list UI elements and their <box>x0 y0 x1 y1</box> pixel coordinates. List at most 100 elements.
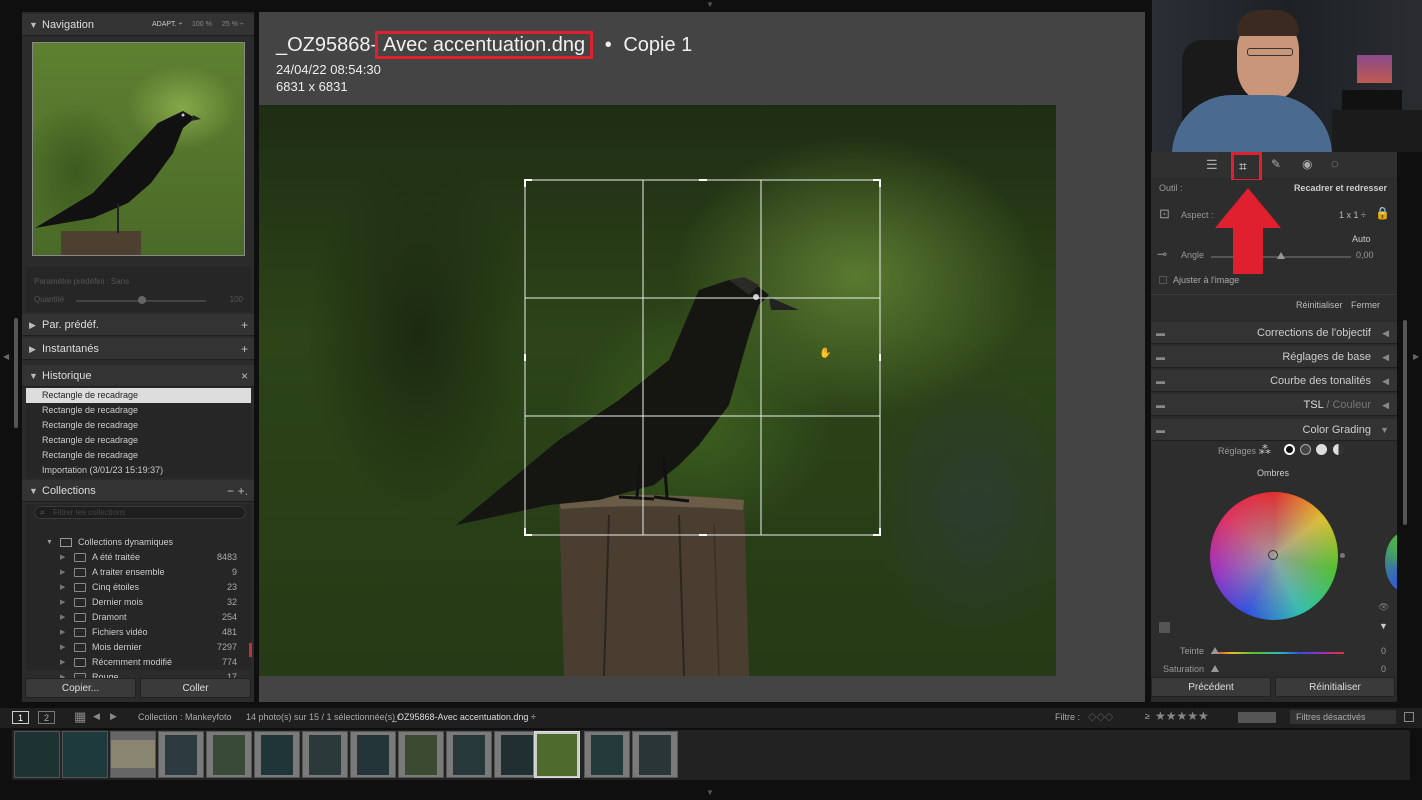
lock-icon[interactable]: 🔒 <box>1375 206 1390 220</box>
level-icon[interactable]: ⊸ <box>1157 247 1167 261</box>
filmstrip-thumb[interactable] <box>254 731 300 778</box>
history-item[interactable]: Importation (3/01/23 15:19:37) <box>26 463 251 478</box>
color-tab[interactable]: Couleur <box>1332 399 1371 411</box>
monitor-2-button[interactable]: 2 <box>38 711 55 724</box>
history-item[interactable]: Rectangle de recadrage <box>26 388 251 403</box>
zoom-25-option[interactable]: 25 % ÷ <box>222 14 244 36</box>
monitor-1-button[interactable]: 1 <box>12 711 29 724</box>
collections-header[interactable]: ▼ Collections − +. <box>22 480 254 502</box>
collection-item[interactable]: ▶ Mois dernier 7297 <box>26 640 251 655</box>
shadows-wheel-icon[interactable] <box>1284 444 1295 455</box>
collection-item[interactable]: ▶ Fichiers vidéo 481 <box>26 625 251 640</box>
eye-icon[interactable]: 👁 <box>1378 602 1389 613</box>
auto-straighten-button[interactable]: Auto <box>1352 234 1371 244</box>
reset-button[interactable]: Réinitialiser <box>1275 677 1395 697</box>
bottom-panel-toggle-icon[interactable]: ▼ <box>706 788 714 797</box>
history-item[interactable]: Rectangle de recadrage <box>26 448 251 463</box>
filmstrip-thumb[interactable] <box>302 731 348 778</box>
top-panel-toggle-icon[interactable]: ▼ <box>706 0 714 9</box>
wheel-handle[interactable] <box>1268 550 1278 560</box>
mask-icon[interactable]: ◌ <box>1331 156 1339 171</box>
filmstrip-thumb[interactable] <box>446 731 492 778</box>
back-arrow-icon[interactable]: ◀ <box>93 711 100 722</box>
left-scrollbar[interactable] <box>14 318 18 428</box>
filmstrip-thumb[interactable] <box>584 731 630 778</box>
filmstrip-thumb[interactable] <box>110 731 156 778</box>
filter-lock-icon[interactable] <box>1404 712 1414 722</box>
collection-group[interactable]: ▼ Collections dynamiques <box>26 535 251 550</box>
aspect-select[interactable]: 1 x 1 ÷ <box>1339 210 1366 220</box>
angle-value[interactable]: 0,00 <box>1356 250 1374 260</box>
forward-arrow-icon[interactable]: ▶ <box>110 711 117 722</box>
heal-icon[interactable]: ✎ <box>1271 157 1281 171</box>
color-label-filter[interactable] <box>1238 712 1276 723</box>
redeye-icon[interactable]: ◉ <box>1302 157 1312 171</box>
sliders-icon[interactable]: ☰ <box>1206 157 1218 173</box>
presets-header[interactable]: ▶ Par. prédéf. + <box>22 314 254 336</box>
filmstrip-thumb-selected[interactable] <box>534 731 580 778</box>
filmstrip-thumb[interactable] <box>632 731 678 778</box>
collections-search-input[interactable]: ⌕ Filtrer les collections <box>34 506 246 519</box>
tint-slider[interactable] <box>1211 652 1344 654</box>
collection-item[interactable]: ▶ Dernier mois 32 <box>26 595 251 610</box>
saturation-value[interactable]: 0 <box>1381 664 1386 672</box>
right-scrollbar[interactable] <box>1403 320 1407 525</box>
tint-value[interactable]: 0 <box>1381 646 1386 656</box>
navigator-preview[interactable] <box>32 42 245 256</box>
zoom-fit-option[interactable]: ADAPT. ÷ <box>152 14 182 36</box>
hsl-header[interactable]: ▬ TSL / Couleur ◀ <box>1151 394 1397 416</box>
filmstrip-thumb[interactable] <box>350 731 396 778</box>
paste-settings-button[interactable]: Coller <box>140 678 251 698</box>
collection-item[interactable]: ▶ Cinq étoiles 23 <box>26 580 251 595</box>
copy-settings-button[interactable]: Copier... <box>25 678 136 698</box>
quantity-knob[interactable] <box>138 296 146 304</box>
collapse-all-icon[interactable]: − <box>227 480 234 502</box>
right-panel-toggle-icon[interactable]: ▶ <box>1413 352 1419 361</box>
swatch-icon[interactable] <box>1159 622 1170 633</box>
luminance-dot[interactable] <box>1340 553 1345 558</box>
zoom-100-option[interactable]: 100 % <box>192 14 212 36</box>
clear-history-icon[interactable]: × <box>241 365 248 387</box>
crop-tool-button[interactable]: ⌗ <box>1231 152 1262 182</box>
expand-down-icon[interactable]: ▼ <box>1379 621 1388 631</box>
basic-header[interactable]: ▬ Réglages de base ◀ <box>1151 346 1397 368</box>
photo-canvas[interactable]: ✋ <box>259 105 1056 676</box>
crop-close-button[interactable]: Fermer <box>1351 300 1380 310</box>
saturation-knob[interactable] <box>1211 665 1219 672</box>
add-collection-icon[interactable]: +. <box>238 480 248 502</box>
grid-icon[interactable]: ▦ <box>74 709 86 725</box>
midtones-wheel-icon[interactable] <box>1300 444 1311 455</box>
star-filter-icon[interactable]: ★★★★★ <box>1155 709 1209 723</box>
filmstrip-thumb[interactable] <box>158 731 204 778</box>
collection-item[interactable]: ▶ Dramont 254 <box>26 610 251 625</box>
flag-filters-icon[interactable]: ◇◇◇ <box>1088 710 1113 723</box>
highlights-wheel-icon[interactable] <box>1316 444 1327 455</box>
previous-button[interactable]: Précédent <box>1151 677 1271 697</box>
tone-curve-header[interactable]: ▬ Courbe des tonalités ◀ <box>1151 370 1397 392</box>
filmstrip-thumb[interactable] <box>62 731 108 778</box>
history-item[interactable]: Rectangle de recadrage <box>26 433 251 448</box>
collection-source[interactable]: Collection : Mankeyfoto <box>138 712 232 722</box>
filmstrip-thumb[interactable] <box>14 731 60 778</box>
color-grading-header[interactable]: ▬ Color Grading ▼ <box>1151 419 1397 441</box>
filter-preset-select[interactable]: Filtres désactivés <box>1290 710 1396 724</box>
add-preset-icon[interactable]: + <box>241 314 248 336</box>
navigator-header[interactable]: ▼ Navigation ADAPT. ÷ 100 % 25 % ÷ <box>22 14 254 36</box>
history-header[interactable]: ▼ Historique × <box>22 365 254 387</box>
collection-item[interactable]: ▶ A été traitée 8483 <box>26 550 251 565</box>
color-wheel[interactable] <box>1210 492 1338 620</box>
crop-reset-button[interactable]: Réinitialiser <box>1296 300 1343 310</box>
tint-knob[interactable] <box>1211 647 1219 654</box>
left-panel-toggle-icon[interactable]: ◀ <box>3 352 9 361</box>
rating-operator[interactable]: ≥ <box>1145 711 1150 721</box>
snapshots-header[interactable]: ▶ Instantanés + <box>22 338 254 360</box>
fit-checkbox[interactable] <box>1159 276 1167 284</box>
current-file[interactable]: _OZ95868-Avec accentuation.dng ÷ <box>392 712 536 722</box>
hsl-tab[interactable]: TSL <box>1304 399 1324 411</box>
lens-corrections-header[interactable]: ▬ Corrections de l'objectif ◀ <box>1151 322 1397 344</box>
filmstrip-thumb[interactable] <box>206 731 252 778</box>
history-item[interactable]: Rectangle de recadrage <box>26 403 251 418</box>
global-wheel-icon[interactable] <box>1333 444 1344 455</box>
collection-item[interactable]: ▶ A traiter ensemble 9 <box>26 565 251 580</box>
history-item[interactable]: Rectangle de recadrage <box>26 418 251 433</box>
